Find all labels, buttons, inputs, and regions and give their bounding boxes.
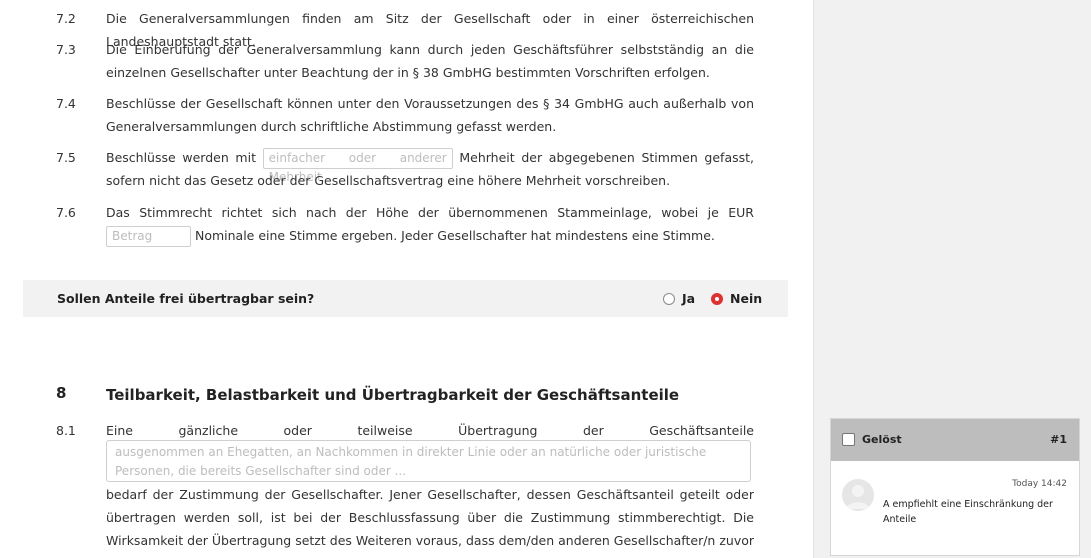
comment-text: A empfiehlt eine Einschränkung der Antei… xyxy=(883,499,1053,525)
word: gänzliche xyxy=(178,423,239,438)
majority-input[interactable]: einfacher oder anderer Mehrheit xyxy=(262,148,453,184)
document-area: 7.2 Die Generalversammlungen finden am S… xyxy=(0,0,813,558)
question-text: Sollen Anteile frei übertragbar sein? xyxy=(57,291,315,306)
word: Geschäftsanteile xyxy=(649,423,754,438)
avatar xyxy=(842,479,874,511)
amount-input[interactable]: Betrag xyxy=(106,226,191,247)
clause-8-1-text: bedarf der Zustimmung der Gesellschafter… xyxy=(106,487,754,558)
radio-circle-ja[interactable] xyxy=(663,292,675,305)
comment-number: #1 xyxy=(1050,433,1067,446)
radio-label-ja: Ja xyxy=(682,291,696,306)
section-title: Teilbarkeit, Belastbarkeit und Übertragb… xyxy=(106,386,680,404)
clause-number: 7.5 xyxy=(56,150,76,165)
question-bar: Sollen Anteile frei übertragbar sein? Ja… xyxy=(23,280,788,317)
clause-text-before: Beschlüsse werden mit xyxy=(106,150,256,165)
clause-number: 8.1 xyxy=(56,423,76,438)
clause-text: Beschlüsse der Gesellschaft können unter… xyxy=(106,96,754,134)
comment-timestamp: Today 14:42 xyxy=(1012,479,1067,489)
comments-pane: Gelöst #1 Today 14:42 A empfiehlt eine E… xyxy=(813,0,1091,558)
comment-header: Gelöst #1 xyxy=(831,419,1079,461)
clause-text: Die Einberufung der Generalversammlung k… xyxy=(106,42,754,80)
resolved-checkbox[interactable] xyxy=(842,433,855,446)
user-icon xyxy=(846,485,870,509)
word: Übertragung xyxy=(458,423,538,438)
section-number: 8 xyxy=(56,384,67,402)
word: teilweise xyxy=(357,423,413,438)
resolved-label: Gelöst xyxy=(862,433,902,446)
radio-ja[interactable]: Ja xyxy=(663,280,695,317)
clause-text-after: Nominale eine Stimme ergeben. Jeder Gese… xyxy=(194,228,715,243)
clause-number: 7.4 xyxy=(56,96,76,111)
clause-text-before: Das Stimmrecht richtet sich nach der Höh… xyxy=(106,205,754,220)
comment-card[interactable]: Gelöst #1 Today 14:42 A empfiehlt eine E… xyxy=(830,418,1080,556)
exceptions-textarea[interactable]: ausgenommen an Ehegatten, an Nachkommen … xyxy=(106,440,751,482)
clause-8-1-first-line: Eine gänzliche oder teilweise Übertragun… xyxy=(106,419,754,442)
word: Eine xyxy=(106,423,133,438)
word: oder xyxy=(283,423,312,438)
radio-circle-nein[interactable] xyxy=(711,292,723,305)
clause-number: 7.6 xyxy=(56,205,76,220)
radio-nein[interactable]: Nein xyxy=(711,280,762,317)
clause-number: 7.2 xyxy=(56,11,76,26)
clause-number: 7.3 xyxy=(56,42,76,57)
word: der xyxy=(582,423,604,438)
radio-label-nein: Nein xyxy=(730,291,763,306)
clause-text: Das Stimmrecht richtet sich nach der Höh… xyxy=(106,201,754,247)
clause-text: Beschlüsse werden mit einfacher oder and… xyxy=(106,146,754,192)
